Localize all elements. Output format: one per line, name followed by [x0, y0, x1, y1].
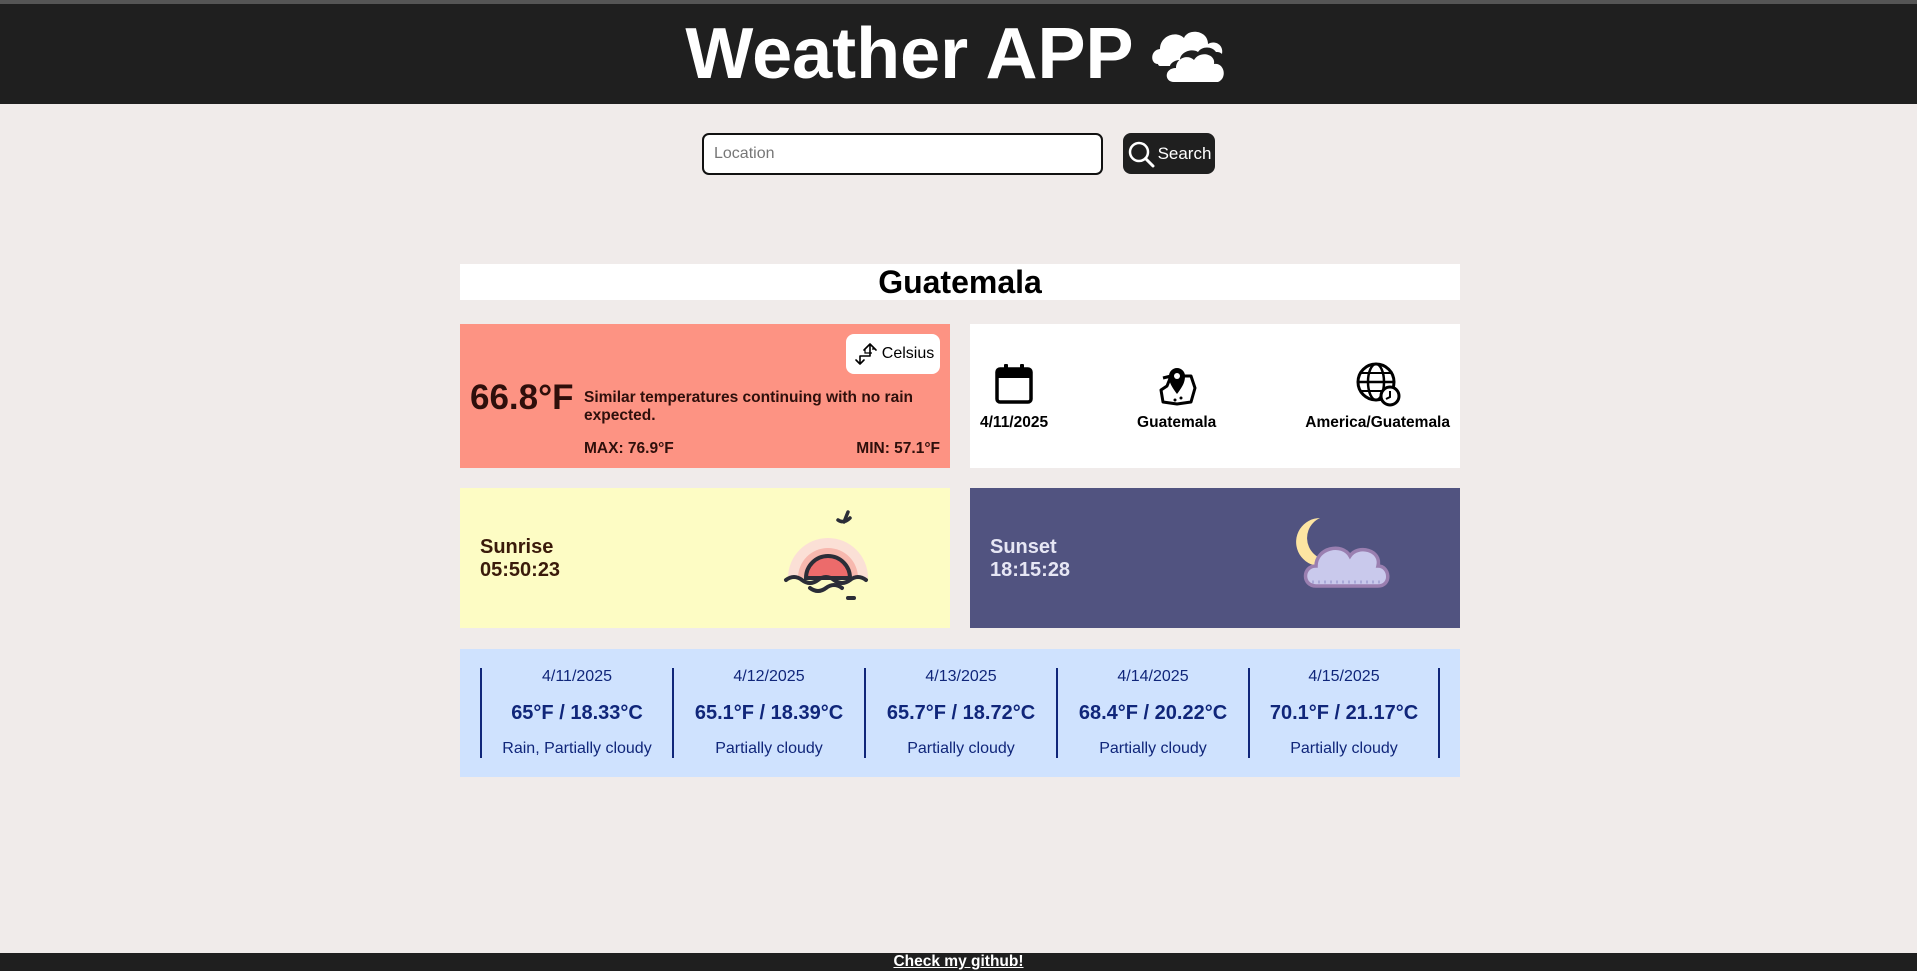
cloud-icon — [1151, 31, 1224, 82]
forecast-conditions: Partially cloudy — [715, 740, 823, 757]
sunset-info: Sunset 18:15:28 — [990, 536, 1070, 582]
search-bar: Search — [0, 133, 1917, 175]
forecast-day: 4/14/2025 68.4°F / 20.22°C Partially clo… — [1056, 668, 1248, 758]
forecast-day: 4/15/2025 70.1°F / 21.17°C Partially clo… — [1248, 668, 1440, 758]
moon-cloud-icon — [1296, 518, 1390, 588]
search-button[interactable]: Search — [1123, 133, 1215, 174]
forecast-conditions: Partially cloudy — [1290, 740, 1398, 757]
info-timezone: America/Guatemala — [1305, 360, 1450, 432]
app-title-text: Weather APP — [685, 14, 1134, 94]
forecast-temp: 68.4°F / 20.22°C — [1078, 701, 1228, 724]
unit-toggle-label: Celsius — [881, 345, 935, 362]
forecast-date: 4/14/2025 — [1117, 668, 1189, 685]
forecast-day: 4/13/2025 65.7°F / 18.72°C Partially clo… — [864, 668, 1056, 758]
forecast-temp: 65.1°F / 18.39°C — [694, 701, 844, 724]
forecast-date: 4/11/2025 — [542, 668, 612, 685]
forecast-temp: 65°F / 18.33°C — [511, 701, 643, 724]
sunrise-info: Sunrise 05:50:23 — [480, 536, 560, 582]
sunset-label: Sunset — [990, 536, 1057, 558]
app-title: Weather APP — [685, 18, 1231, 90]
current-temperature-card: Celsius 66.8°F Similar temperatures cont… — [460, 324, 950, 468]
sunrise-icon — [784, 510, 868, 600]
forecast-date: 4/12/2025 — [733, 668, 805, 685]
forecast-strip: 4/11/2025 65°F / 18.33°C Rain, Partially… — [460, 649, 1460, 777]
location-info-card: 4/11/2025 Guatemala America/Guatemala — [970, 324, 1460, 468]
forecast-temp: 70.1°F / 21.17°C — [1269, 701, 1419, 724]
sunset-card: Sunset 18:15:28 — [970, 488, 1460, 628]
globe-clock-icon — [1356, 362, 1401, 407]
weather-panel: Guatemala Celsius 66.8°F Similar tempera… — [460, 264, 1460, 777]
footer: Check my github! — [0, 953, 1917, 971]
map-pin-icon — [1159, 368, 1197, 406]
info-timezone-text: America/Guatemala — [1305, 414, 1450, 431]
info-place-text: Guatemala — [1137, 414, 1217, 431]
sunrise-label: Sunrise — [480, 536, 554, 558]
forecast-date: 4/13/2025 — [925, 668, 997, 685]
max-temperature: MAX: 76.9°F — [584, 440, 674, 457]
search-icon — [1128, 141, 1155, 167]
sunset-time: 18:15:28 — [990, 559, 1071, 581]
current-temperature: 66.8°F — [470, 378, 574, 417]
forecast-conditions: Partially cloudy — [1099, 740, 1207, 757]
search-button-label: Search — [1157, 143, 1212, 163]
sunrise-card: Sunrise 05:50:23 — [460, 488, 950, 628]
info-date-text: 4/11/2025 — [980, 414, 1049, 431]
swap-arrows-icon — [854, 343, 877, 365]
forecast-day: 4/12/2025 65.1°F / 18.39°C Partially clo… — [672, 668, 864, 758]
forecast-conditions: Partially cloudy — [907, 740, 1015, 757]
min-temperature: MIN: 57.1°F — [856, 440, 940, 457]
calendar-icon — [995, 364, 1033, 404]
info-place: Guatemala — [1137, 360, 1216, 432]
sunrise-time: 05:50:23 — [480, 559, 561, 581]
forecast-day: 4/11/2025 65°F / 18.33°C Rain, Partially… — [480, 668, 672, 758]
weather-description: Similar temperatures continuing with no … — [584, 389, 913, 424]
info-date: 4/11/2025 — [980, 360, 1048, 432]
location-search-input[interactable] — [702, 133, 1103, 175]
forecast-conditions: Rain, Partially cloudy — [502, 740, 652, 757]
forecast-temp: 65.7°F / 18.72°C — [886, 701, 1036, 724]
github-link[interactable]: Check my github! — [893, 953, 1023, 970]
forecast-date: 4/15/2025 — [1308, 668, 1380, 685]
unit-toggle-button[interactable]: Celsius — [846, 334, 940, 374]
city-title: Guatemala — [460, 264, 1460, 300]
app-header: Weather APP — [0, 4, 1917, 104]
